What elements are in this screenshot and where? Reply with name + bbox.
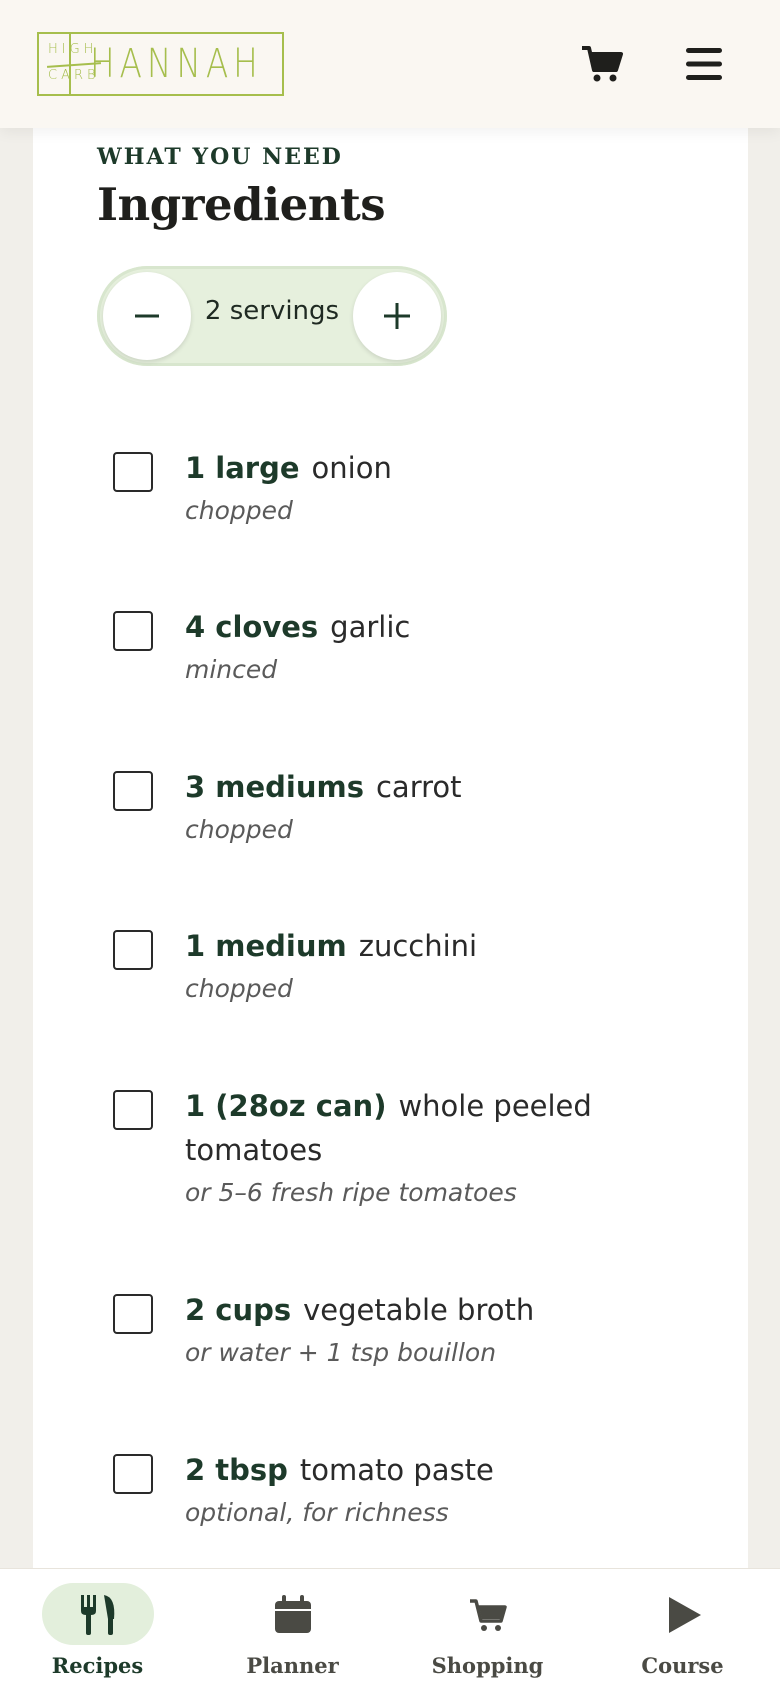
ingredient-quantity: 1 medium xyxy=(185,929,347,963)
section-eyebrow: WHAT YOU NEED xyxy=(97,144,343,170)
ingredient-quantity: 4 cloves xyxy=(185,610,319,644)
ingredient-note: or 5–6 fresh ripe tomatoes xyxy=(185,1178,517,1207)
calendar-icon xyxy=(269,1591,317,1639)
hamburger-menu-icon[interactable] xyxy=(680,40,728,88)
nav-label: Recipes xyxy=(51,1653,144,1678)
ingredient-quantity: 2 tbsp xyxy=(185,1453,288,1487)
app-header: HIGH CARB HANNAH xyxy=(0,0,780,128)
cart-icon[interactable] xyxy=(578,40,626,88)
ingredient-checkbox[interactable] xyxy=(113,1454,153,1494)
play-icon xyxy=(659,1591,707,1639)
ingredient-text: 3 mediums carrot xyxy=(185,765,685,809)
ingredient-note: minced xyxy=(185,655,278,684)
nav-item-shopping[interactable]: Shopping xyxy=(390,1569,585,1688)
fork-knife-icon xyxy=(74,1591,122,1639)
ingredient-checkbox[interactable] xyxy=(113,930,153,970)
ingredient-checkbox[interactable] xyxy=(113,452,153,492)
plus-icon xyxy=(384,303,410,329)
nav-item-planner[interactable]: Planner xyxy=(195,1569,390,1688)
servings-stepper: 2 servings xyxy=(97,266,447,366)
ingredient-quantity: 1 (28oz can) xyxy=(185,1089,387,1123)
ingredient-checkbox[interactable] xyxy=(113,611,153,651)
nav-label: Shopping xyxy=(431,1653,544,1678)
ingredient-note: or water + 1 tsp bouillon xyxy=(185,1338,497,1367)
ingredient-quantity: 2 cups xyxy=(185,1293,292,1327)
section-title: Ingredients xyxy=(97,178,386,231)
nav-label: Planner xyxy=(246,1653,339,1678)
nav-item-recipes[interactable]: Recipes xyxy=(0,1569,195,1688)
ingredient-note: chopped xyxy=(185,974,293,1003)
ingredient-text: 1 medium zucchini xyxy=(185,924,685,968)
high-carb-hannah-logo[interactable]: HIGH CARB HANNAH xyxy=(37,32,284,96)
ingredient-quantity: 3 mediums xyxy=(185,770,364,804)
ingredient-checkbox[interactable] xyxy=(113,771,153,811)
ingredient-name: carrot xyxy=(375,770,462,804)
ingredients-card: WHAT YOU NEED Ingredients 2 servings 1 l… xyxy=(33,128,748,1568)
ingredient-note: chopped xyxy=(185,496,293,525)
ingredient-text: 2 cups vegetable broth xyxy=(185,1288,685,1332)
ingredient-name: vegetable broth xyxy=(303,1293,535,1327)
ingredient-text: 1 large onion xyxy=(185,446,685,490)
ingredient-quantity: 1 large xyxy=(185,451,300,485)
ingredient-note: optional, for richness xyxy=(185,1498,449,1527)
bottom-nav: Recipes Planner Shopping Course xyxy=(0,1568,780,1688)
ingredient-checkbox[interactable] xyxy=(113,1294,153,1334)
ingredient-name: zucchini xyxy=(358,929,478,963)
logo-mark: HIGH CARB xyxy=(39,34,102,94)
ingredient-note: chopped xyxy=(185,815,293,844)
ingredient-name: tomato paste xyxy=(299,1453,494,1487)
ingredient-checkbox[interactable] xyxy=(113,1090,153,1130)
nav-label: Course xyxy=(641,1653,724,1678)
cart-icon xyxy=(464,1591,512,1639)
ingredient-name: garlic xyxy=(330,610,411,644)
ingredient-text: 2 tbsp tomato paste xyxy=(185,1448,685,1492)
nav-item-course[interactable]: Course xyxy=(585,1569,780,1688)
ingredient-text: 1 (28oz can) whole peeled tomatoes xyxy=(185,1084,615,1172)
ingredient-name: onion xyxy=(311,451,392,485)
ingredient-text: 4 cloves garlic xyxy=(185,605,685,649)
increase-servings-button[interactable] xyxy=(353,272,441,360)
logo-name: HANNAH xyxy=(90,41,264,87)
